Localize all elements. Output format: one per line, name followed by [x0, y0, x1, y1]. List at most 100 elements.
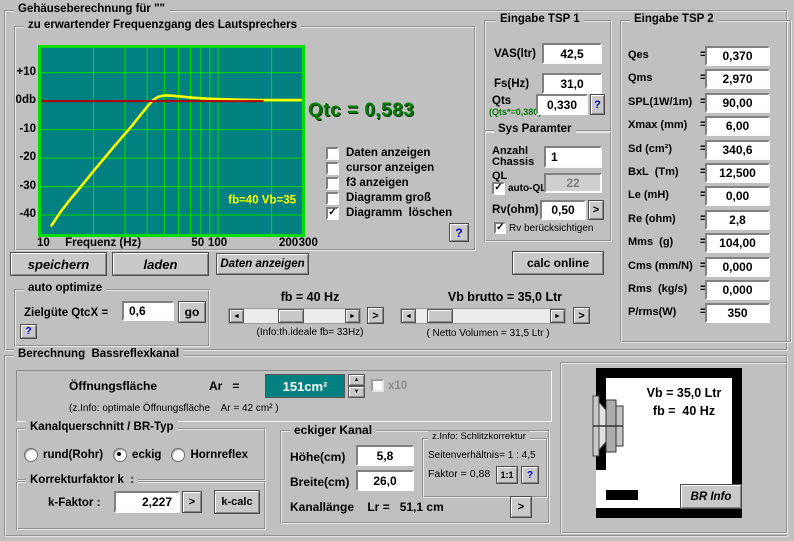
frequency-chart: fb=40 Vb=35 [38, 45, 305, 237]
chart-option-row[interactable]: ✓ Diagramm löschen [326, 207, 452, 219]
x10-checkbox [371, 379, 384, 392]
br-type-option[interactable]: Hornreflex [171, 448, 248, 462]
checkbox[interactable] [326, 177, 339, 190]
kanal-title: eckiger Kanal [290, 423, 376, 437]
fb-info-text: (Info:th.ideale fb= 33Hz) [235, 327, 385, 338]
sys-param-groupbox: Sys Paramter Anzahl Chassis 1 QL ✓ auto-… [484, 130, 612, 242]
auto-ql-checkbox[interactable]: ✓ [492, 182, 505, 195]
vb-scroll-thumb[interactable] [427, 309, 453, 323]
load-button[interactable]: laden [112, 252, 209, 276]
br-type-option[interactable]: rund(Rohr) [24, 448, 103, 462]
rv-step-button[interactable]: > [588, 200, 604, 220]
schlitz-title: z.Info: Schlitzkorrektur [428, 431, 530, 442]
drawing-fb-text: fb = 40 Hz [624, 404, 744, 418]
vb-scroll-right-arrow-icon[interactable]: ► [550, 309, 565, 323]
tsp1-title: Eingabe TSP 1 [496, 13, 584, 25]
spinner-up-icon[interactable]: ▲ [348, 374, 365, 386]
tsp2-row-label: Mms (g) [628, 236, 673, 248]
br-type-option[interactable]: eckig [113, 448, 161, 462]
anzahl-label-line1: Anzahl [492, 146, 534, 157]
port-area-info: (z.Info: optimale Öffnungsfläche Ar = 42… [69, 403, 279, 414]
fs-input[interactable]: 31,0 [542, 73, 602, 94]
tsp2-value-field[interactable]: 340,6 [705, 140, 770, 160]
spinner-down-icon[interactable]: ▼ [348, 386, 365, 398]
show-data-button[interactable]: Daten anzeigen [216, 253, 309, 275]
port-area-value[interactable]: 151cm² [265, 374, 345, 398]
one-to-one-button[interactable]: 1:1 [496, 466, 518, 484]
svg-text:fb=40 Vb=35: fb=40 Vb=35 [228, 195, 296, 207]
vb-scrollbar[interactable]: ◄ ► [400, 308, 566, 324]
fb-scrollbar[interactable]: ◄ ► [228, 308, 361, 324]
chart-option-row[interactable]: Daten anzeigen [326, 147, 452, 159]
tsp2-value-field[interactable]: 0,00 [705, 186, 770, 206]
vb-info-text: ( Netto Volumen = 31,5 Ltr ) [413, 328, 563, 339]
fb-value-label: fb = 40 Hz [240, 290, 380, 304]
target-qtc-input[interactable]: 0,6 [122, 301, 174, 321]
checkbox-label: Diagramm löschen [346, 207, 452, 219]
k-faktor-input[interactable]: 2,227 [114, 491, 180, 513]
checkbox[interactable] [326, 162, 339, 175]
korrekturfaktor-title: Korrekturfaktor k : [26, 474, 138, 486]
tsp2-value-field[interactable]: 2,8 [705, 210, 770, 230]
radio-button[interactable] [113, 448, 127, 462]
go-button[interactable]: go [178, 301, 206, 323]
tsp2-value-field[interactable]: 2,970 [705, 69, 770, 89]
radio-dot [117, 452, 121, 456]
radio-label: Hornreflex [190, 449, 248, 461]
chart-option-row[interactable]: f3 anzeigen [326, 177, 452, 189]
anzahl-chassis-label: Anzahl Chassis [492, 146, 534, 167]
save-button[interactable]: speichern [10, 252, 107, 276]
qtc-result-text: Qtc = 0,583 [308, 100, 483, 122]
qts-input[interactable]: 0,330 [536, 94, 588, 115]
rv-input[interactable]: 0,50 [540, 200, 586, 220]
chart-help-button[interactable]: ? [449, 223, 469, 242]
checkbox[interactable]: ✓ [326, 207, 339, 220]
chart-option-row[interactable]: cursor anzeigen [326, 162, 452, 174]
tsp2-value-field[interactable]: 0,370 [705, 46, 770, 66]
kanallaenge-step-button[interactable]: > [510, 496, 532, 518]
app-window: Gehäuseberechnung für "" zu erwartender … [0, 0, 794, 541]
qts-help-button[interactable]: ? [590, 94, 605, 115]
rv-consider-checkbox[interactable]: ✓ [494, 222, 506, 234]
schlitz-help-button[interactable]: ? [521, 466, 539, 484]
tsp2-row: P/rms(W) = 350 [624, 303, 770, 326]
freq-response-title: zu erwartender Frequenzgang des Lautspre… [24, 19, 301, 31]
fs-label: Fs(Hz) [494, 78, 529, 90]
vb-scroll-left-arrow-icon[interactable]: ◄ [401, 309, 416, 323]
fb-scroll-thumb[interactable] [278, 309, 304, 323]
tsp2-value-field[interactable]: 104,00 [705, 233, 770, 253]
tsp2-value-field[interactable]: 350 [705, 303, 770, 323]
fb-scroll-right-arrow-icon[interactable]: ► [345, 309, 360, 323]
tsp2-value-field[interactable]: 0,000 [705, 257, 770, 277]
tsp2-row-label: Qes [628, 49, 649, 61]
korrekturfaktor-groupbox: Korrekturfaktor k : k-Faktor : 2,227 > k… [16, 481, 266, 530]
radio-button[interactable] [171, 448, 185, 462]
tsp2-value-field[interactable]: 6,00 [705, 116, 770, 136]
breite-input[interactable]: 26,0 [356, 470, 414, 491]
fb-scroll-left-arrow-icon[interactable]: ◄ [229, 309, 244, 323]
auto-optimize-help-button[interactable]: ? [20, 324, 37, 339]
fb-step-button[interactable]: > [367, 307, 384, 324]
vas-input[interactable]: 42,5 [542, 43, 602, 64]
tsp2-value-field[interactable]: 90,00 [705, 93, 770, 113]
radio-button[interactable] [24, 448, 38, 462]
ar-label: Ar = [209, 379, 239, 393]
checkbox[interactable] [326, 147, 339, 160]
tsp2-value-field[interactable]: 12,500 [705, 163, 770, 183]
vas-label: VAS(ltr) [494, 48, 536, 60]
port-area-spinner[interactable]: ▲ ▼ [348, 374, 365, 398]
checkbox-label: Diagramm groß [346, 192, 431, 204]
k-calc-button[interactable]: k-calc [214, 490, 260, 514]
chart-option-row[interactable]: Diagramm groß [326, 192, 452, 204]
br-info-button[interactable]: BR Info [680, 484, 742, 509]
tsp2-value-field[interactable]: 0,000 [705, 280, 770, 300]
radio-label: eckig [132, 449, 161, 461]
calc-online-button[interactable]: calc online [512, 251, 604, 275]
checkbox[interactable] [326, 192, 339, 205]
tsp2-row: Qms = 2,970 [624, 69, 770, 92]
k-step-button[interactable]: > [182, 491, 202, 513]
anzahl-chassis-input[interactable]: 1 [544, 146, 602, 168]
hoehe-input[interactable]: 5,8 [356, 445, 414, 466]
vb-step-button[interactable]: > [573, 307, 590, 324]
anzahl-label-line2: Chassis [492, 157, 534, 168]
